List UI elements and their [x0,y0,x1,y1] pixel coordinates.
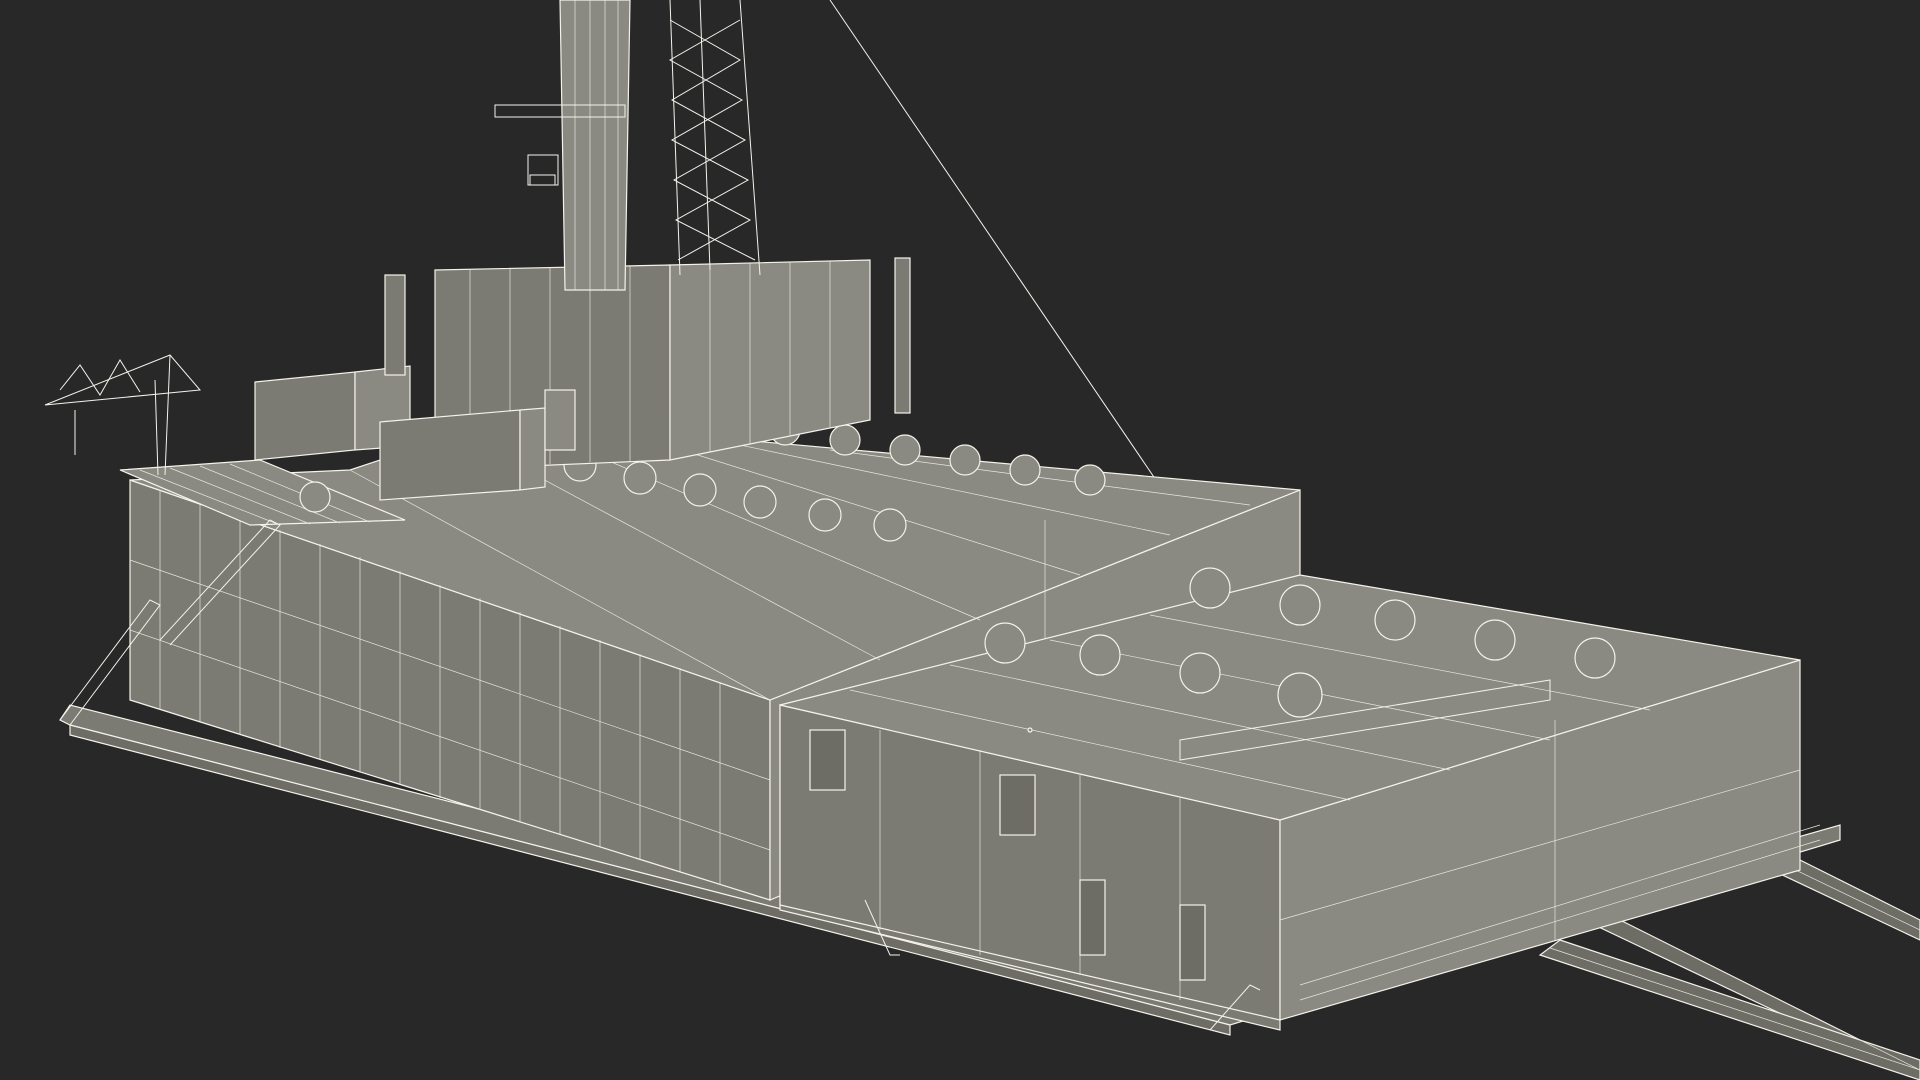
crane [44,354,202,476]
rig-render [44,0,1920,1080]
derrick-tower [494,0,761,291]
